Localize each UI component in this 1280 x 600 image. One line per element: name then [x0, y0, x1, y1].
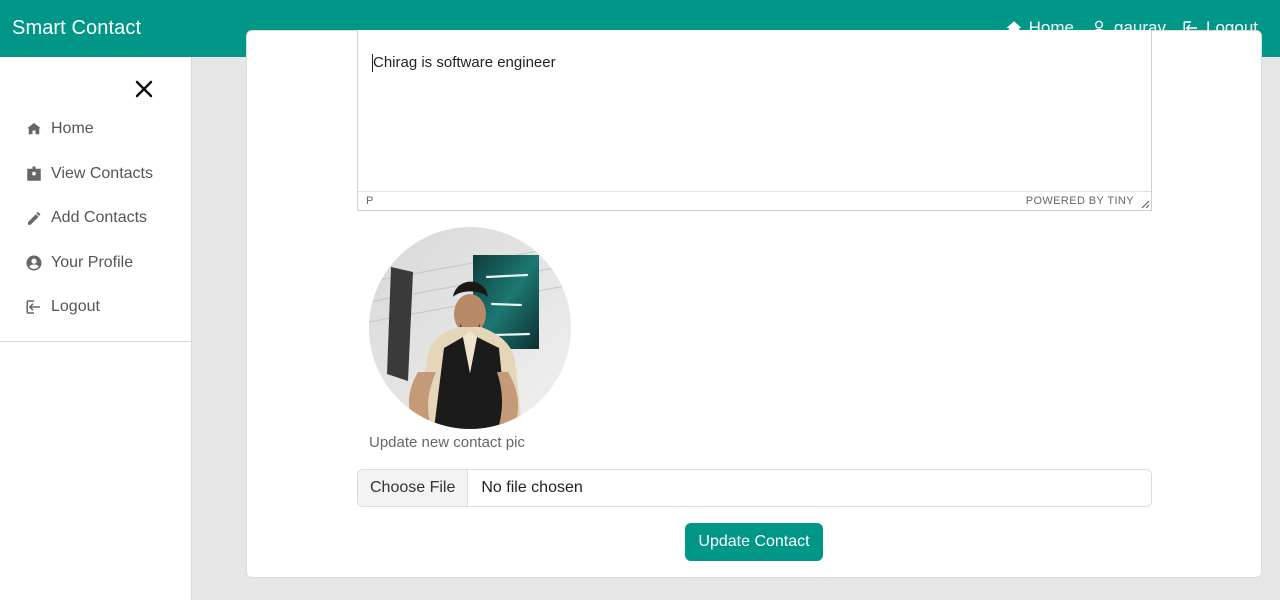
home-icon [27, 123, 41, 135]
contact-avatar [369, 227, 571, 429]
description-text[interactable]: Chirag is software engineer [372, 54, 556, 72]
id-badge-icon [27, 166, 41, 181]
sidebar: Home View Contacts Add Contacts Your Pro… [0, 57, 192, 600]
sidebar-item-logout[interactable]: Logout [0, 285, 192, 330]
sidebar-item-add-contacts[interactable]: Add Contacts [0, 196, 192, 241]
sidebar-item-your-profile[interactable]: Your Profile [0, 241, 192, 286]
user-circle-icon [26, 255, 42, 271]
sidebar-item-label: View Contacts [51, 164, 153, 182]
editor-element-path: P [366, 195, 374, 207]
close-icon[interactable] [133, 78, 155, 100]
sidebar-menu: Home View Contacts Add Contacts Your Pro… [0, 107, 192, 342]
editor-status-bar: P POWERED BY TINY [358, 191, 1151, 210]
resize-handle-icon[interactable] [1141, 200, 1150, 209]
file-status-text: No file chosen [481, 479, 583, 496]
sidebar-item-view-contacts[interactable]: View Contacts [0, 152, 192, 197]
contact-image-file-input[interactable]: Choose File No file chosen [357, 469, 1152, 507]
sidebar-item-label: Your Profile [51, 253, 134, 271]
editor-powered-by[interactable]: POWERED BY TINY [1026, 195, 1134, 207]
choose-file-button[interactable]: Choose File [358, 470, 469, 506]
brand-link[interactable]: Smart Contact [12, 17, 141, 40]
logout-icon [26, 300, 40, 314]
pencil-icon [28, 212, 41, 225]
sidebar-item-label: Add Contacts [51, 209, 148, 227]
sidebar-item-label: Logout [51, 298, 100, 316]
description-editor[interactable]: Chirag is software engineer P POWERED BY… [357, 30, 1152, 211]
sidebar-item-label: Home [51, 120, 94, 138]
upload-image-label: Update new contact pic [369, 434, 525, 451]
contact-photo [369, 227, 571, 429]
update-contact-button[interactable]: Update Contact [685, 523, 823, 561]
sidebar-item-home[interactable]: Home [0, 107, 192, 152]
